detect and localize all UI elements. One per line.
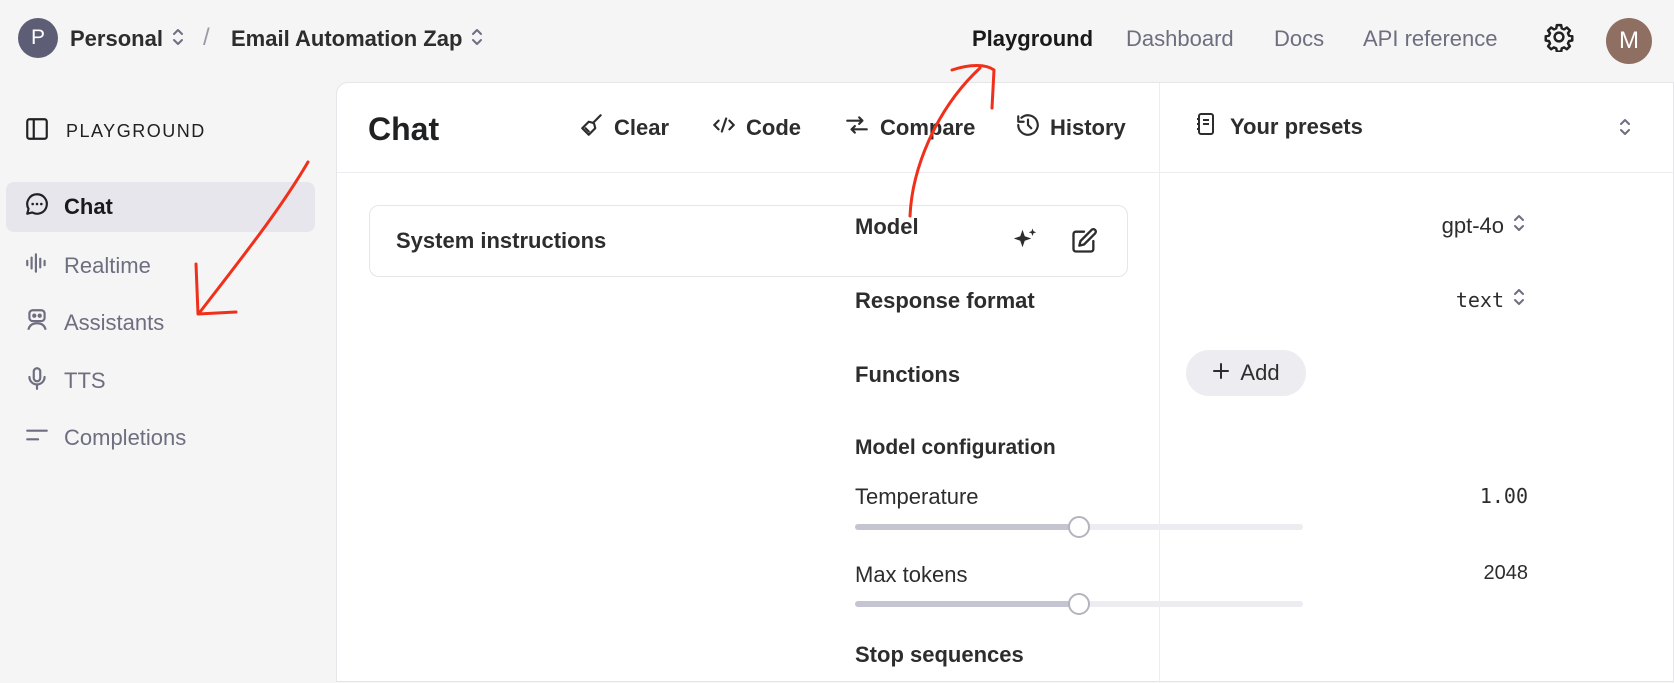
temperature-slider[interactable] xyxy=(855,516,1303,538)
history-icon xyxy=(1015,112,1041,144)
sidebar-header: PLAYGROUND xyxy=(24,116,206,147)
history-label: History xyxy=(1050,115,1126,140)
sidebar-item-realtime[interactable]: Realtime xyxy=(6,241,315,291)
project-name: Email Automation Zap xyxy=(231,26,463,51)
chevron-updown-icon xyxy=(1512,287,1526,313)
sidebar-item-tts[interactable]: TTS xyxy=(6,356,315,406)
max-tokens-label: Max tokens xyxy=(855,562,968,587)
max-tokens-slider-fill xyxy=(855,601,1079,607)
nav-dashboard[interactable]: Dashboard xyxy=(1126,22,1234,56)
user-avatar[interactable]: M xyxy=(1606,18,1652,64)
clear-button[interactable]: Clear xyxy=(579,111,669,145)
model-value: gpt-4o xyxy=(1441,213,1504,238)
code-button[interactable]: Code xyxy=(711,111,801,145)
waveform-icon xyxy=(24,250,50,282)
nav-api-reference[interactable]: API reference xyxy=(1363,22,1498,56)
robot-icon xyxy=(24,307,50,339)
nav-playground[interactable]: Playground xyxy=(972,22,1093,56)
chat-bubble-icon xyxy=(24,191,50,223)
presets-label: Your presets xyxy=(1230,114,1363,139)
max-tokens-slider[interactable] xyxy=(855,593,1303,615)
history-button[interactable]: History xyxy=(1015,111,1126,145)
project-switcher[interactable]: Email Automation Zap xyxy=(231,22,484,56)
chevron-updown-icon xyxy=(470,27,484,52)
model-configuration-title: Model configuration xyxy=(855,436,1056,459)
broom-icon xyxy=(579,112,605,144)
org-switcher[interactable]: Personal xyxy=(70,22,185,56)
model-selector[interactable]: gpt-4o xyxy=(1442,213,1526,239)
system-instructions-label: System instructions xyxy=(396,228,607,253)
edit-icon[interactable] xyxy=(1070,227,1098,260)
code-label: Code xyxy=(746,115,801,140)
presets-selector[interactable]: Your presets xyxy=(1194,111,1363,143)
nav-docs[interactable]: Docs xyxy=(1274,22,1324,56)
sidebar-item-label: Realtime xyxy=(64,253,151,278)
compare-arrows-icon xyxy=(843,112,871,144)
org-name: Personal xyxy=(70,26,163,51)
compare-button[interactable]: Compare xyxy=(843,111,975,145)
notebook-icon xyxy=(1194,111,1218,143)
code-icon xyxy=(711,112,737,144)
stop-sequences-label: Stop sequences xyxy=(855,642,1024,667)
sidebar-item-label: Assistants xyxy=(64,310,165,335)
functions-label: Functions xyxy=(855,362,961,387)
clear-label: Clear xyxy=(614,115,670,140)
sidebar-item-label: Completions xyxy=(64,425,187,450)
lines-icon xyxy=(24,422,50,454)
compare-label: Compare xyxy=(880,115,976,140)
model-label: Model xyxy=(855,214,919,239)
chevron-updown-icon xyxy=(1512,213,1526,239)
presets-header[interactable]: Your presets xyxy=(1160,83,1674,173)
breadcrumb-separator: / xyxy=(203,24,210,51)
org-avatar[interactable]: P xyxy=(18,18,58,58)
sparkle-icon[interactable] xyxy=(1010,226,1040,261)
sidebar-toggle-icon[interactable] xyxy=(24,116,50,147)
response-format-selector[interactable]: text xyxy=(1456,287,1526,313)
add-function-button[interactable]: Add xyxy=(1186,350,1306,396)
top-bar: P Personal / Email Automation Zap Playgr… xyxy=(0,0,1674,80)
system-instructions-box[interactable]: System instructions xyxy=(369,205,1128,277)
gear-icon[interactable] xyxy=(1544,22,1574,53)
page-title: Chat xyxy=(368,111,440,147)
response-format-label: Response format xyxy=(855,288,1035,313)
chat-header: Chat Clear Code Compare History xyxy=(337,83,1160,173)
temperature-slider-fill xyxy=(855,524,1079,530)
max-tokens-slider-thumb[interactable] xyxy=(1068,593,1090,615)
max-tokens-value: 2048 xyxy=(1483,562,1529,584)
add-label: Add xyxy=(1240,360,1280,385)
chevron-updown-icon[interactable] xyxy=(1618,117,1632,142)
sidebar-item-label: TTS xyxy=(64,368,106,393)
sidebar-title: PLAYGROUND xyxy=(66,121,206,141)
sidebar-item-label: Chat xyxy=(64,194,113,219)
microphone-icon xyxy=(24,365,50,397)
plus-icon xyxy=(1212,360,1230,386)
response-format-value: text xyxy=(1455,288,1504,312)
temperature-value: 1.00 xyxy=(1479,484,1528,508)
main-panel: Chat Clear Code Compare History System i… xyxy=(336,82,1674,683)
chevron-updown-icon xyxy=(171,27,185,52)
temperature-label: Temperature xyxy=(855,484,979,509)
panel-divider xyxy=(1159,83,1160,683)
temperature-slider-thumb[interactable] xyxy=(1068,516,1090,538)
sidebar-item-assistants[interactable]: Assistants xyxy=(6,298,315,348)
sidebar-item-chat[interactable]: Chat xyxy=(6,182,315,232)
sidebar-item-completions[interactable]: Completions xyxy=(6,413,315,463)
